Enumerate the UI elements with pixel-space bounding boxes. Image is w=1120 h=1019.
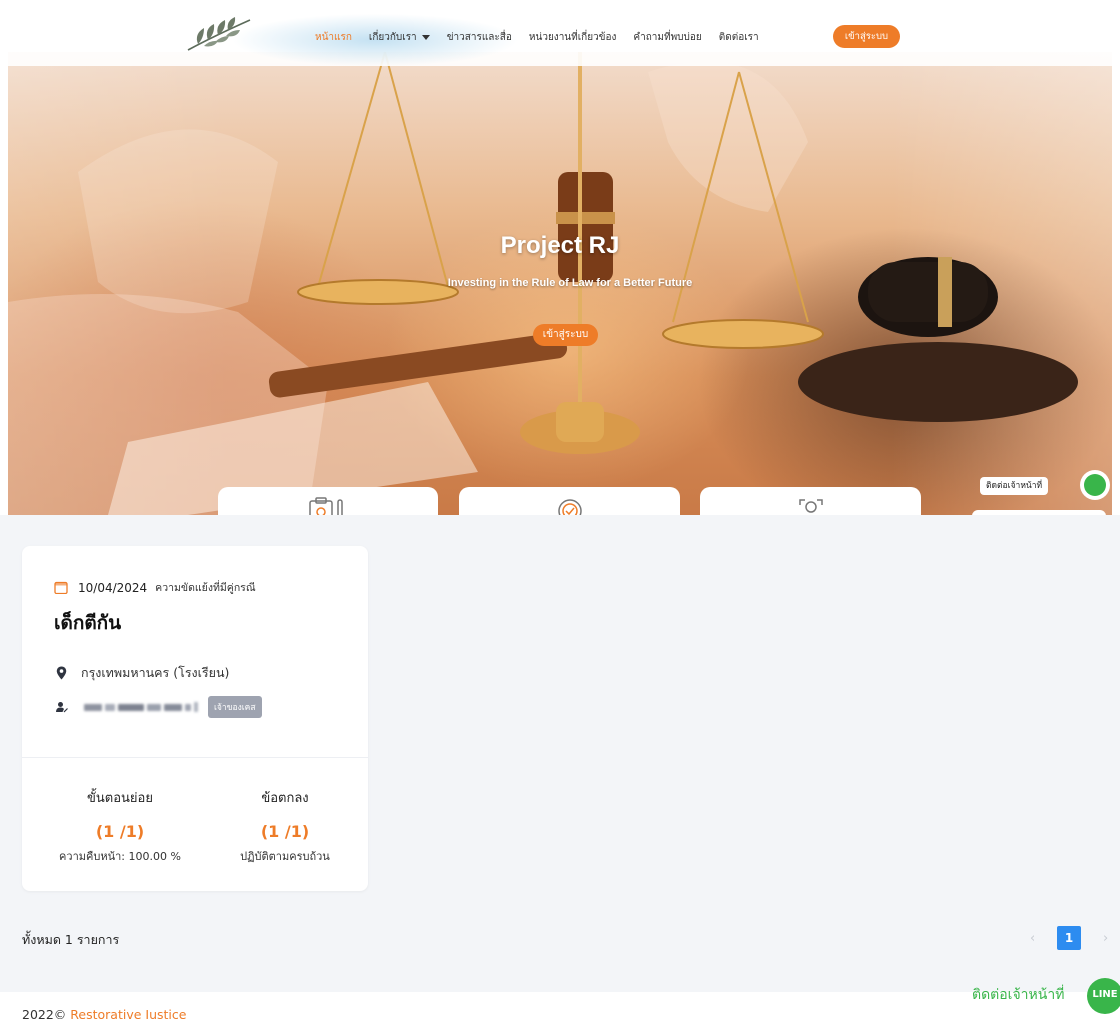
- hero-contact-staff-label[interactable]: ติดต่อเจ้าหน้าที่: [980, 477, 1049, 495]
- pagination-prev-button[interactable]: ‹: [1030, 931, 1035, 946]
- top-navbar: หน้าแรก เกี่ยวกับเรา ข่าวสารและสื่อ หน่ว…: [0, 0, 1120, 66]
- case-type: ความขัดแย้งที่มีคู่กรณี: [155, 582, 256, 594]
- hero-login-button[interactable]: เข้าสู่ระบบ: [533, 324, 598, 346]
- calendar-icon: [54, 581, 68, 594]
- user-edit-icon: [56, 702, 68, 713]
- stat-agreements: ข้อตกลง (1 /1) ปฏิบัติตามครบถ้วน: [205, 787, 365, 865]
- nav-about-label: เกี่ยวกับเรา: [368, 32, 417, 43]
- olive-branch-logo[interactable]: [184, 14, 254, 54]
- stat-substeps-value: (1 /1): [95, 822, 145, 841]
- hero-subtitle: Investing in the Rule of Law for a Bette…: [447, 277, 693, 289]
- chevron-down-icon: [421, 34, 430, 40]
- checkmark-badge-icon: [557, 499, 582, 515]
- map-pin-icon: [56, 666, 67, 680]
- feature-card-2[interactable]: [459, 487, 680, 515]
- stat-agreements-note: ปฏิบัติตามครบถ้วน: [240, 850, 330, 863]
- feature-card-3[interactable]: [700, 487, 921, 515]
- stat-substeps-progress: ความคืบหน้า: 100.00 %: [59, 850, 181, 863]
- case-meta: 10/04/2024 ความขัดแย้งที่มีคู่กรณี: [54, 579, 256, 596]
- nav-home[interactable]: หน้าแรก: [315, 30, 352, 45]
- pagination-next-button[interactable]: ›: [1103, 931, 1108, 946]
- nav-news[interactable]: ข่าวสารและสื่อ: [447, 30, 512, 45]
- copyright-year: 2022©: [22, 1007, 67, 1019]
- nav-faq[interactable]: คำถามที่พบบ่อย: [633, 30, 701, 45]
- hero-contact-pill: [972, 510, 1106, 515]
- hero-line-chat-button[interactable]: [1080, 470, 1110, 500]
- case-location-text: กรุงเทพมหานคร (โรงเรียน): [81, 665, 230, 680]
- card-divider: [22, 757, 368, 758]
- copyright: 2022© Restorative Justice: [22, 1007, 186, 1019]
- hero-section: Project RJ Investing in the Rule of Law …: [0, 0, 1120, 515]
- clipboard-gear-icon: [309, 497, 343, 515]
- stat-agreements-value: (1 /1): [260, 822, 310, 841]
- nav-links: หน้าแรก เกี่ยวกับเรา ข่าวสารและสื่อ หน่ว…: [315, 30, 776, 45]
- nav-about[interactable]: เกี่ยวกับเรา: [369, 30, 430, 45]
- owner-name-redacted: [84, 702, 198, 712]
- floating-line-button[interactable]: LINE: [1087, 978, 1120, 1014]
- person-frame-icon: [798, 499, 823, 513]
- nav-login-button[interactable]: เข้าสู่ระบบ: [833, 25, 900, 48]
- line-icon: [1084, 474, 1106, 496]
- nav-agencies[interactable]: หน่วยงานที่เกี่ยวข้อง: [529, 30, 617, 45]
- floating-contact-staff-label[interactable]: ติดต่อเจ้าหน้าที่: [972, 984, 1064, 1006]
- feature-card-1[interactable]: [218, 487, 438, 515]
- hero-title: Project RJ: [500, 232, 620, 259]
- nav-contact[interactable]: ติดต่อเรา: [719, 30, 759, 45]
- footer-brand-link[interactable]: Restorative Justice: [70, 1007, 186, 1019]
- total-count: ทั้งหมด 1 รายการ: [22, 932, 120, 947]
- owner-badge: เจ้าของเคส: [208, 696, 262, 718]
- stat-substeps: ขั้นตอนย่อย (1 /1) ความคืบหน้า: 100.00 %: [40, 787, 200, 865]
- case-title[interactable]: เด็กตีกัน: [54, 608, 121, 638]
- line-icon-label: LINE: [1092, 989, 1118, 1000]
- case-date: 10/04/2024: [78, 580, 148, 595]
- pagination-page-1[interactable]: 1: [1057, 926, 1081, 950]
- stat-agreements-label: ข้อตกลง: [261, 791, 309, 806]
- case-card[interactable]: 10/04/2024 ความขัดแย้งที่มีคู่กรณี เด็กต…: [22, 546, 368, 891]
- case-owner: เจ้าของเคส: [56, 696, 262, 718]
- stat-substeps-label: ขั้นตอนย่อย: [87, 791, 153, 806]
- case-location: กรุงเทพมหานคร (โรงเรียน): [56, 663, 229, 683]
